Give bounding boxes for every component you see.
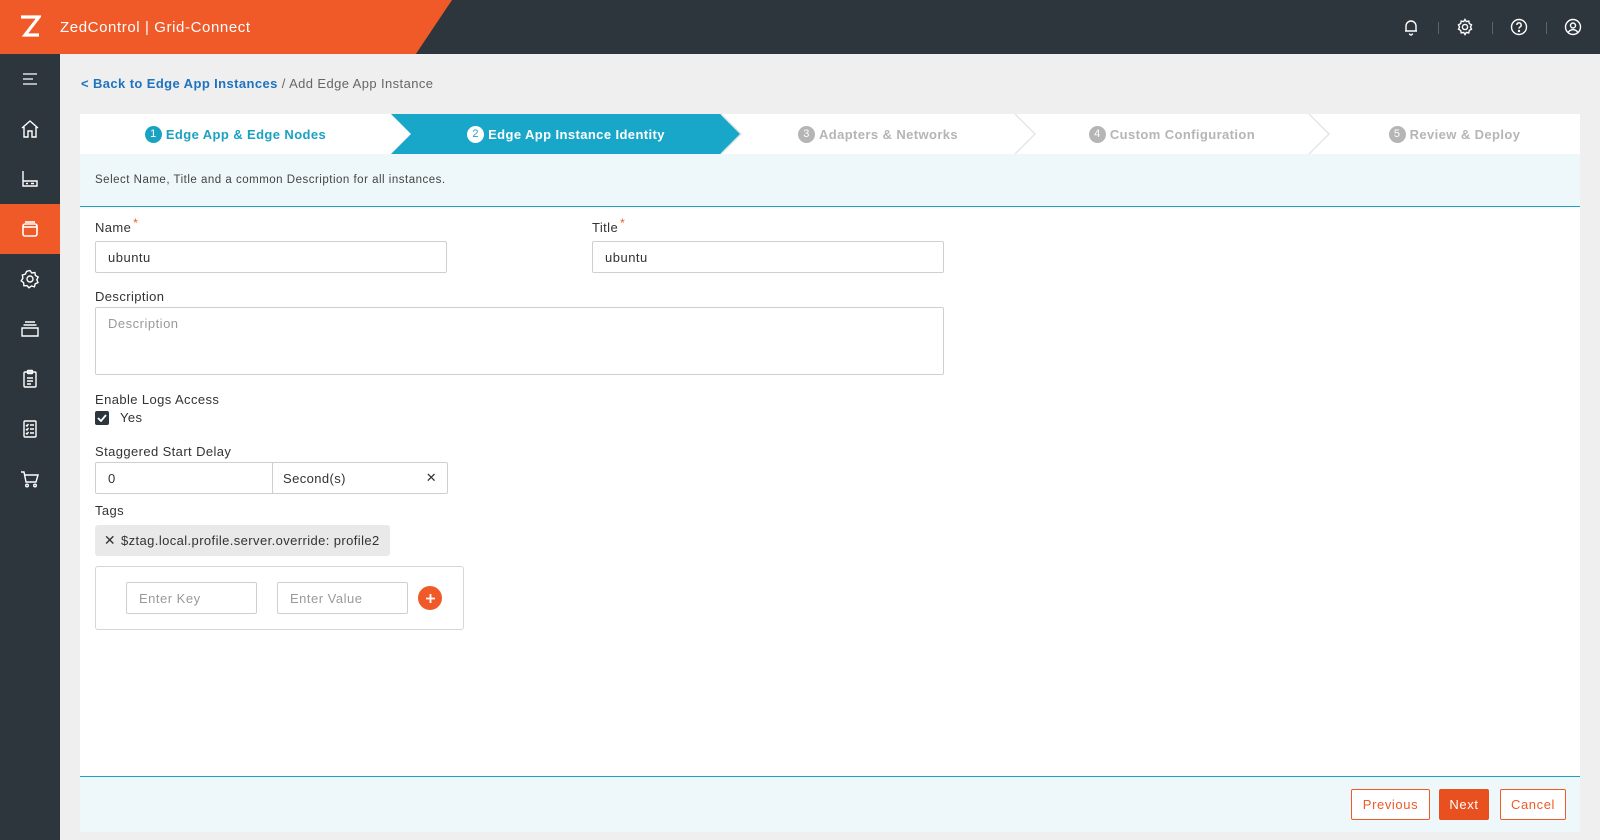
step-number: 5 xyxy=(1388,125,1406,143)
remove-tag-icon[interactable]: ✕ xyxy=(99,532,121,549)
step-adapters-networks[interactable]: 3 Adapters & Networks xyxy=(741,114,1015,154)
breadcrumb-separator: / xyxy=(281,76,286,91)
wizard-card: 1 Edge App & Edge Nodes 2 Edge App Insta… xyxy=(80,114,1580,832)
logs-access-label: Enable Logs Access xyxy=(95,392,220,407)
sidebar-item-audit[interactable] xyxy=(0,354,60,404)
sidebar-item-home[interactable] xyxy=(0,104,60,154)
edge-app-icon xyxy=(22,221,38,237)
user-icon[interactable] xyxy=(1546,0,1600,54)
step-label: Custom Configuration xyxy=(1109,126,1256,142)
tag-chip: ✕ $ztag.local.profile.server.override: p… xyxy=(95,525,390,556)
back-to-instances-link[interactable]: < Back to Edge App Instances xyxy=(81,76,278,91)
help-icon[interactable] xyxy=(1492,0,1546,54)
step-instance-identity[interactable]: 2 Edge App Instance Identity xyxy=(411,114,721,154)
breadcrumb-current: Add Edge App Instance xyxy=(289,76,434,91)
step-review-deploy[interactable]: 5 Review & Deploy xyxy=(1329,114,1580,154)
tag-entry-box xyxy=(95,566,464,630)
step-instructions: Select Name, Title and a common Descript… xyxy=(80,154,1580,207)
plus-icon xyxy=(425,593,435,603)
breadcrumb: < Back to Edge App Instances / Add Edge … xyxy=(81,76,433,91)
app-title: ZedControl | Grid-Connect xyxy=(60,18,251,36)
sidebar-menu-toggle[interactable] xyxy=(0,54,60,104)
gear-icon[interactable] xyxy=(1438,0,1492,54)
tag-key-input[interactable] xyxy=(126,582,257,614)
delay-unit-value: Second(s) xyxy=(283,470,346,486)
brand-banner: Z ZedControl | Grid-Connect xyxy=(0,0,452,54)
logs-access-checkbox[interactable] xyxy=(95,411,109,425)
step-label: Adapters & Networks xyxy=(818,126,959,142)
top-bar: Z ZedControl | Grid-Connect xyxy=(0,0,1600,54)
checklist-icon xyxy=(23,420,37,438)
tag-value-input[interactable] xyxy=(277,582,408,614)
description-textarea[interactable] xyxy=(95,307,944,375)
home-icon xyxy=(21,120,39,138)
delay-unit-select[interactable]: Second(s) ✕ xyxy=(272,462,448,494)
name-label: Name * xyxy=(95,216,139,235)
start-delay-input[interactable] xyxy=(95,462,273,494)
name-input[interactable] xyxy=(95,241,447,273)
sidebar-item-marketplace[interactable] xyxy=(0,454,60,504)
bell-icon[interactable] xyxy=(1384,0,1438,54)
step-label: Review & Deploy xyxy=(1409,126,1521,142)
description-label: Description xyxy=(95,289,165,304)
step-number: 1 xyxy=(144,125,162,143)
cart-icon xyxy=(21,471,39,488)
wizard-stepper: 1 Edge App & Edge Nodes 2 Edge App Insta… xyxy=(80,114,1580,154)
sidebar-item-network[interactable] xyxy=(0,254,60,304)
start-delay-label: Staggered Start Delay xyxy=(95,444,232,459)
required-marker: * xyxy=(133,216,139,230)
cancel-button[interactable]: Cancel xyxy=(1500,789,1566,820)
previous-button[interactable]: Previous xyxy=(1351,789,1430,820)
sidebar-item-edge-apps[interactable] xyxy=(0,204,60,254)
tag-text: $ztag.local.profile.server.override: pro… xyxy=(121,533,380,548)
sidebar xyxy=(0,54,60,840)
network-icon xyxy=(20,269,40,289)
title-label: Title * xyxy=(592,216,626,235)
next-button[interactable]: Next xyxy=(1439,789,1489,820)
step-edge-app-nodes[interactable]: 1 Edge App & Edge Nodes xyxy=(80,114,391,154)
app-logo[interactable]: Z xyxy=(0,0,60,54)
step-label: Edge App & Edge Nodes xyxy=(165,126,327,142)
storage-icon xyxy=(21,321,39,337)
sidebar-item-storage[interactable] xyxy=(0,304,60,354)
svg-text:Z: Z xyxy=(19,15,20,16)
clipboard-icon xyxy=(23,369,37,388)
logs-access-option-label: Yes xyxy=(120,410,143,425)
title-input[interactable] xyxy=(592,241,944,273)
step-number: 3 xyxy=(797,125,815,143)
clear-icon[interactable]: ✕ xyxy=(426,470,437,486)
step-label: Edge App Instance Identity xyxy=(488,126,665,142)
menu-icon xyxy=(23,73,37,85)
add-tag-button[interactable] xyxy=(418,586,442,610)
step-number: 2 xyxy=(467,125,485,143)
step-custom-configuration[interactable]: 4 Custom Configuration xyxy=(1035,114,1309,154)
sidebar-item-edge-nodes[interactable] xyxy=(0,154,60,204)
sidebar-item-checklist[interactable] xyxy=(0,404,60,454)
tags-label: Tags xyxy=(95,503,125,518)
required-marker: * xyxy=(620,216,626,230)
check-icon xyxy=(97,414,107,422)
edge-node-icon xyxy=(22,171,38,187)
step-number: 4 xyxy=(1088,125,1106,143)
wizard-footer: Previous Next Cancel xyxy=(80,776,1580,832)
